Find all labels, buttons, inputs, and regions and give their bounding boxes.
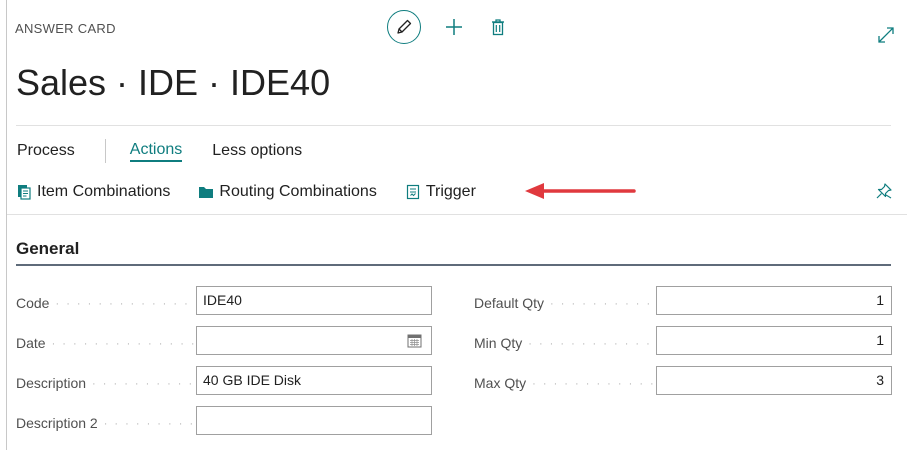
divider (16, 125, 891, 126)
max-qty-field[interactable]: 3 (656, 366, 892, 395)
tab-separator (104, 139, 106, 163)
less-options-button[interactable]: Less options (212, 142, 302, 160)
item-combinations-button[interactable]: Item Combinations (16, 183, 170, 201)
description-field[interactable]: 40 GB IDE Disk (196, 366, 432, 395)
action-tabs: Process Actions Less options (17, 139, 302, 163)
code-label-text: Code (16, 295, 50, 311)
date-field[interactable] (196, 326, 432, 355)
routing-combinations-label: Routing Combinations (219, 183, 377, 200)
default-qty-label: Default Qty · · · · · · · · · · · · (474, 295, 656, 311)
expand-button[interactable] (877, 26, 895, 44)
pin-icon (876, 183, 892, 199)
edit-button[interactable] (387, 10, 421, 44)
description-2-label: Description 2 · · · · · · · · · · (16, 415, 196, 431)
code-field[interactable]: IDE40 (196, 286, 432, 315)
action-bar: Item Combinations Routing Combinations T… (16, 181, 476, 203)
leader-dots: · · · · · · · · · · · · · · · · (528, 338, 656, 351)
page-title: Sales · IDE · IDE40 (16, 62, 331, 103)
trigger-document-icon (406, 184, 419, 200)
card-caption: ANSWER CARD (15, 21, 116, 36)
leader-dots: · · · · · · · · · · (103, 418, 196, 431)
card-toolbar (387, 10, 513, 44)
max-qty-label-text: Max Qty (474, 375, 527, 391)
min-qty-field[interactable]: 1 (656, 326, 892, 355)
plus-icon (446, 19, 462, 35)
document-list-icon (18, 185, 31, 200)
leader-dots: · · · · · · · · · · · · · (92, 378, 196, 391)
item-combinations-label: Item Combinations (37, 183, 171, 200)
description-label: Description · · · · · · · · · · · · · (16, 375, 196, 391)
date-label: Date · · · · · · · · · · · · · · · · · · … (16, 335, 196, 351)
leader-dots: · · · · · · · · · · · · · · · · · · · (55, 298, 196, 311)
date-label-text: Date (16, 335, 46, 351)
calendar-icon[interactable] (407, 333, 422, 348)
routing-combinations-button[interactable]: Routing Combinations (198, 183, 377, 201)
tab-actions[interactable]: Actions (129, 141, 183, 162)
divider (7, 214, 907, 215)
code-label: Code · · · · · · · · · · · · · · · · · · … (16, 295, 196, 311)
min-qty-label: Min Qty · · · · · · · · · · · · · · · · (474, 335, 656, 351)
max-qty-label: Max Qty · · · · · · · · · · · · · · · · (474, 375, 656, 391)
description-2-label-text: Description 2 (16, 415, 98, 431)
leader-dots: · · · · · · · · · · · · (550, 298, 656, 311)
red-arrow-annotation (525, 183, 636, 199)
trash-icon (492, 19, 504, 36)
expand-icon (878, 27, 894, 43)
trigger-button[interactable]: Trigger (405, 183, 476, 201)
section-title-general[interactable]: General (16, 239, 79, 259)
section-divider (16, 264, 891, 266)
description-2-field[interactable] (196, 406, 432, 435)
pin-button[interactable] (875, 182, 893, 200)
leader-dots: · · · · · · · · · · · · · · · · · · · · (51, 338, 196, 351)
pencil-icon (397, 19, 412, 34)
description-label-text: Description (16, 375, 87, 391)
min-qty-label-text: Min Qty (474, 335, 523, 351)
delete-button[interactable] (483, 12, 513, 42)
default-qty-label-text: Default Qty (474, 295, 545, 311)
trigger-label: Trigger (425, 183, 476, 200)
tab-process[interactable]: Process (17, 142, 75, 160)
default-qty-field[interactable]: 1 (656, 286, 892, 315)
answer-card: ANSWER CARD Sales · IDE · IDE40 Process … (6, 0, 907, 450)
new-button[interactable] (439, 12, 469, 42)
leader-dots: · · · · · · · · · · · · · · · · (532, 378, 656, 391)
folder-icon (199, 187, 214, 198)
